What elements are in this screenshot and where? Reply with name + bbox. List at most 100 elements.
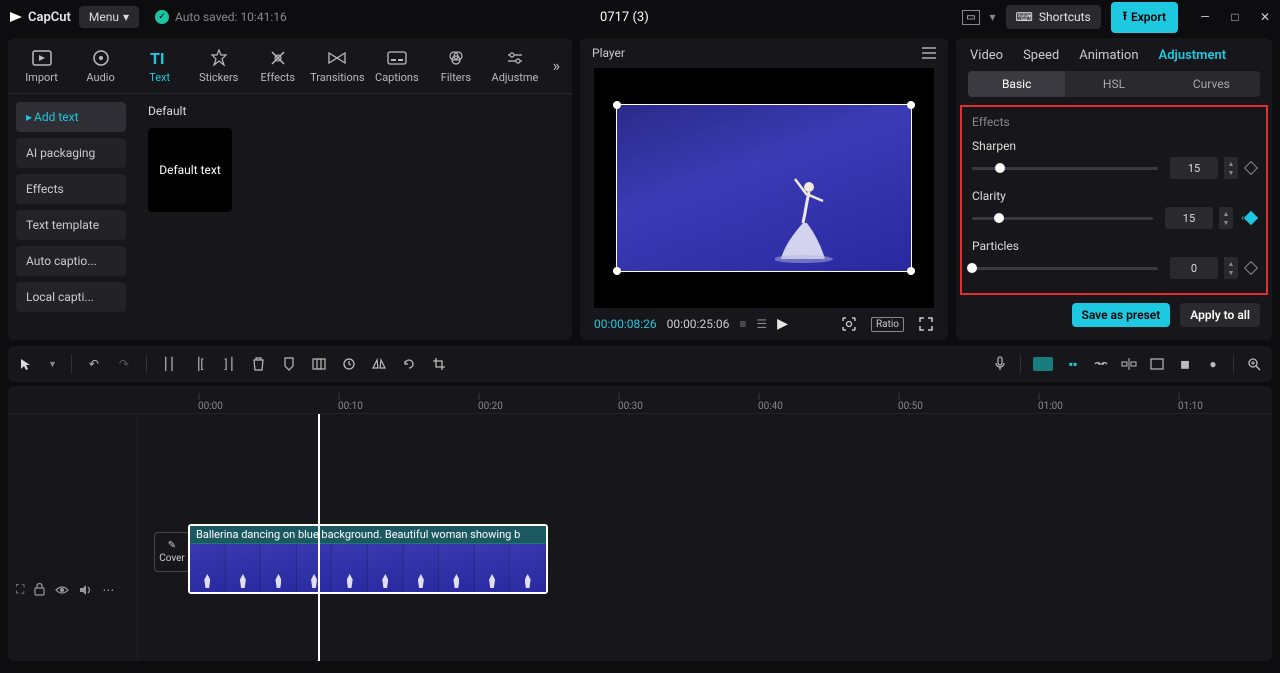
eye-icon[interactable] [55, 585, 69, 595]
tab-filters[interactable]: Filters [426, 41, 485, 90]
save-preset-button[interactable]: Save as preset [1072, 303, 1171, 327]
timeline-panel: 00:00 00:10 00:20 00:30 00:40 00:50 01:0… [8, 386, 1272, 661]
timeline-tracks[interactable]: ✎Cover Ballerina dancing on blue backgro… [138, 414, 1272, 661]
redo-icon[interactable]: ↷ [116, 356, 132, 372]
sidebar-item-ai-packaging[interactable]: AI packaging [16, 138, 126, 168]
fullscreen-icon[interactable] [918, 316, 934, 332]
playhead[interactable] [318, 414, 320, 661]
tab-effects[interactable]: Effects [248, 41, 307, 90]
tab-audio[interactable]: Audio [71, 41, 130, 90]
ruler-mark: 00:30 [618, 392, 643, 412]
cursor-icon[interactable] [18, 356, 34, 372]
close-icon[interactable]: ✕ [1258, 10, 1272, 24]
particles-value[interactable]: 0 [1170, 257, 1218, 279]
titlebar-right: ▭ ▾ ⌨ Shortcuts ⭱ Export — □ ✕ [962, 2, 1272, 33]
tab-stickers[interactable]: Stickers [189, 41, 248, 90]
reverse-icon[interactable] [341, 356, 357, 372]
preview-icon[interactable] [1149, 356, 1165, 372]
play-icon[interactable]: ▶ [777, 316, 788, 332]
sidebar-item-local-captions[interactable]: Local capti... [16, 282, 126, 312]
resize-handle-br[interactable] [907, 267, 915, 275]
particles-keyframe[interactable] [1244, 261, 1258, 275]
layers-icon[interactable]: ◼ [1177, 356, 1193, 372]
sidebar-item-add-text[interactable]: ▸Add text [16, 102, 126, 132]
subtab-basic[interactable]: Basic [968, 71, 1065, 97]
chevron-down-icon[interactable]: ▼ [48, 359, 57, 370]
tab-transitions[interactable]: Transitions [307, 41, 367, 90]
crop-icon[interactable] [431, 356, 447, 372]
sharpen-label: Sharpen [972, 139, 1256, 153]
cover-button[interactable]: ✎Cover [146, 532, 190, 572]
insp-tab-adjustment[interactable]: Adjustment [1159, 48, 1227, 63]
tab-import[interactable]: Import [12, 41, 71, 90]
player-canvas[interactable] [594, 68, 934, 308]
clarity-keyframe[interactable] [1244, 211, 1258, 225]
ratio-button[interactable]: Ratio [871, 317, 904, 332]
magnet-track-icon[interactable]: ▪▪ [1065, 356, 1081, 372]
delete-icon[interactable] [251, 356, 267, 372]
video-clip[interactable]: Ballerina dancing on blue background. Be… [188, 524, 548, 594]
shortcuts-button[interactable]: ⌨ Shortcuts [1006, 5, 1101, 29]
sharpen-stepper[interactable]: ▲▼ [1224, 157, 1238, 179]
trim-right-icon[interactable]: ]⎥ [221, 356, 237, 372]
resize-handle-tr[interactable] [907, 101, 915, 109]
tabs-more-icon[interactable]: » [545, 56, 569, 75]
lock-icon[interactable] [34, 583, 45, 596]
clarity-value[interactable]: 15 [1165, 207, 1213, 229]
clarity-stepper[interactable]: ▲▼ [1219, 207, 1233, 229]
subtab-hsl[interactable]: HSL [1065, 71, 1162, 97]
tab-captions[interactable]: Captions [367, 41, 426, 90]
magnet-main-icon[interactable] [1033, 357, 1053, 371]
hamburger-icon[interactable] [922, 47, 936, 59]
align-icon[interactable] [1121, 356, 1137, 372]
tab-adjustment[interactable]: Adjustme [485, 41, 544, 90]
particles-stepper[interactable]: ▲▼ [1224, 257, 1238, 279]
resize-handle-tl[interactable] [613, 101, 621, 109]
insp-tab-animation[interactable]: Animation [1079, 48, 1138, 63]
insp-tab-video[interactable]: Video [970, 48, 1003, 63]
freeze-icon[interactable] [311, 356, 327, 372]
clarity-slider[interactable] [972, 217, 1153, 220]
timeline-left: ⛶ ⋯ [8, 414, 138, 661]
split-icon[interactable]: ⎮⎮ [161, 356, 177, 372]
mic-icon[interactable] [992, 356, 1008, 372]
rotate-icon[interactable] [401, 356, 417, 372]
chevron-down-icon[interactable]: ▾ [990, 10, 996, 24]
resize-handle-bl[interactable] [613, 267, 621, 275]
trim-left-icon[interactable]: ⎥[ [191, 356, 207, 372]
insp-tab-speed[interactable]: Speed [1023, 48, 1059, 63]
settings-dot-icon[interactable]: ● [1205, 356, 1221, 372]
list-icon[interactable]: ☰ [756, 317, 767, 331]
default-text-thumb[interactable]: Default text [148, 128, 232, 212]
sharpen-keyframe[interactable] [1244, 161, 1258, 175]
timeline-ruler[interactable]: 00:00 00:10 00:20 00:30 00:40 00:50 01:0… [8, 386, 1272, 414]
minimize-icon[interactable]: — [1198, 10, 1212, 24]
link-icon[interactable] [1093, 356, 1109, 372]
undo-icon[interactable]: ↶ [86, 356, 102, 372]
maximize-icon[interactable]: □ [1228, 10, 1242, 24]
menu-button[interactable]: Menu ▾ [79, 6, 139, 28]
check-icon: ✓ [155, 10, 169, 24]
marker-icon[interactable] [281, 356, 297, 372]
expand-icon[interactable]: ⛶ [16, 582, 24, 597]
tab-text[interactable]: TIText [130, 41, 189, 90]
sidebar-item-effects[interactable]: Effects [16, 174, 126, 204]
sharpen-value[interactable]: 15 [1170, 157, 1218, 179]
sidebar-item-auto-captions[interactable]: Auto captio... [16, 246, 126, 276]
clip-label: Ballerina dancing on blue background. Be… [190, 526, 546, 543]
video-frame[interactable] [616, 104, 912, 272]
export-button[interactable]: ⭱ Export [1111, 2, 1178, 33]
mirror-icon[interactable] [371, 356, 387, 372]
apply-all-button[interactable]: Apply to all [1180, 303, 1260, 327]
keyboard-icon: ⌨ [1016, 10, 1033, 24]
particles-slider[interactable] [972, 267, 1158, 270]
list-dense-icon[interactable]: ≡ [739, 317, 746, 331]
more-icon[interactable]: ⋯ [102, 583, 114, 597]
mute-icon[interactable] [79, 584, 92, 596]
scan-icon[interactable] [841, 316, 857, 332]
zoom-icon[interactable] [1246, 356, 1262, 372]
sidebar-item-text-template[interactable]: Text template [16, 210, 126, 240]
subtab-curves[interactable]: Curves [1163, 71, 1260, 97]
layout-icon[interactable]: ▭ [962, 10, 979, 25]
sharpen-slider[interactable] [972, 167, 1158, 170]
